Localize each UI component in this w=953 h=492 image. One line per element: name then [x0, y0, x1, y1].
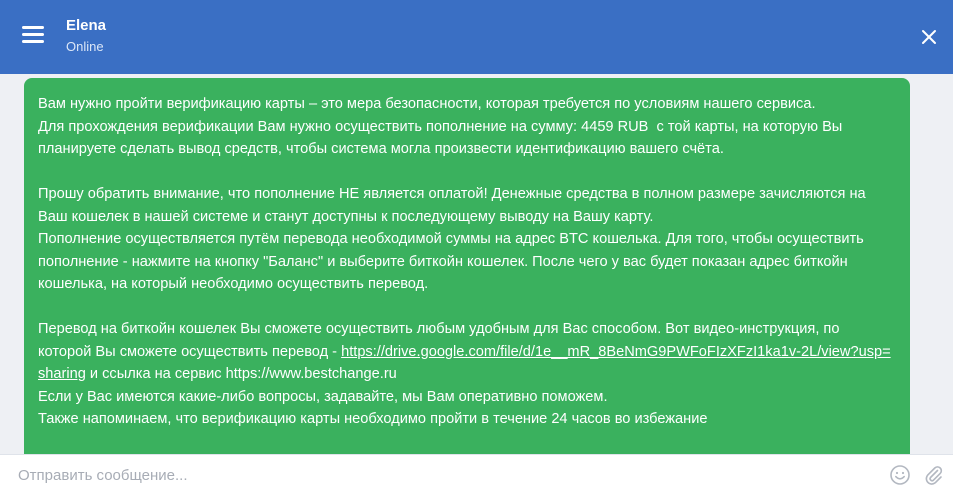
message-list[interactable]: Вам нужно пройти верификацию карты – это… — [0, 74, 953, 454]
message-line: Пополнение осуществляется путём перевода… — [38, 231, 868, 292]
contact-name: Elena — [66, 17, 107, 34]
message-line: Для прохождения верификации Вам нужно ос… — [38, 118, 847, 158]
composer — [0, 454, 953, 492]
message-line: Вам нужно пройти верификацию карты – это… — [38, 96, 816, 112]
chat-header: Elena Online — [0, 0, 953, 74]
close-icon[interactable] — [918, 26, 940, 48]
paperclip-icon[interactable] — [922, 463, 944, 485]
message-blank-line — [38, 161, 896, 184]
message-bubble: Вам нужно пройти верификацию карты – это… — [24, 78, 910, 454]
message-input[interactable] — [16, 461, 870, 489]
hamburger-icon[interactable] — [22, 26, 44, 44]
message-line: Если у Вас имеются какие-либо вопросы, з… — [38, 388, 608, 405]
message-blank-line — [38, 296, 896, 319]
video-text-after: и ссылка на сервис https://www.bestchang… — [85, 366, 397, 382]
message-line-video: Перевод на биткойн кошелек Вы сможете ос… — [38, 318, 896, 386]
contact-status: Online — [66, 39, 104, 54]
message-line: Также напоминаем, что верификацию карты … — [38, 411, 708, 427]
message-line: Прошу обратить внимание, что пополнение … — [38, 186, 870, 225]
smiley-icon[interactable] — [889, 464, 911, 486]
